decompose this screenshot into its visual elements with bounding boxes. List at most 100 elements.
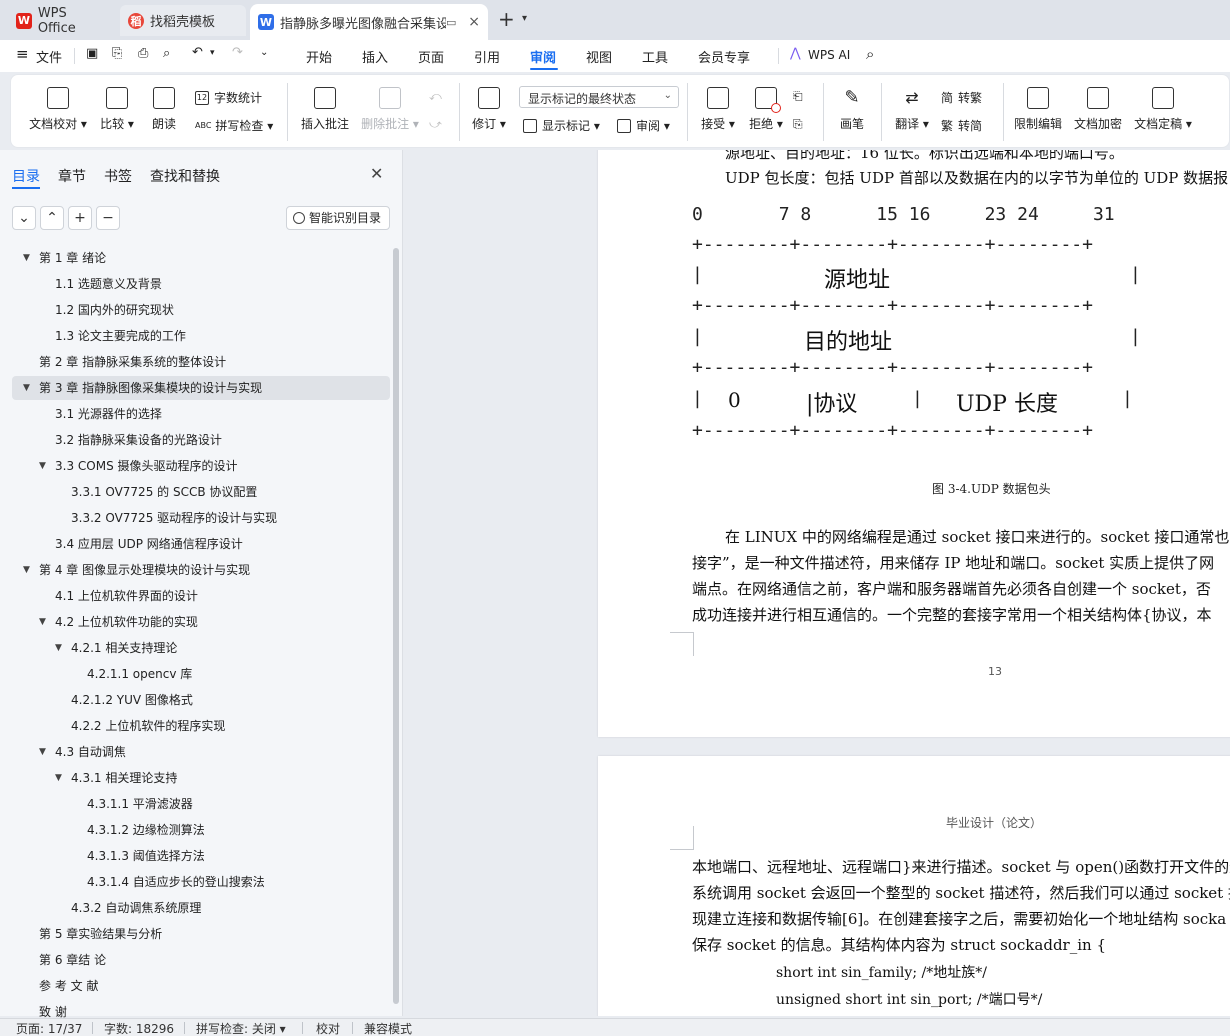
page-indicator[interactable]: 页面: 17/37 (16, 1020, 82, 1036)
more-chevron-icon[interactable]: ⌄ (260, 47, 268, 58)
proofread-indicator[interactable]: 校对 (316, 1020, 340, 1036)
undo-icon[interactable]: ↶ (192, 45, 203, 60)
doc-check-button[interactable]: 文档校对 ▾ (29, 87, 87, 132)
revise-button[interactable]: 修订 ▾ (469, 87, 509, 132)
menu-wps-ai[interactable]: WPS AI (808, 48, 850, 62)
tab-wps-office[interactable]: W WPS Office (8, 5, 116, 36)
show-markup-button[interactable]: 显示标记 ▾ (523, 117, 600, 134)
expand-caret-icon[interactable]: ▼ (39, 454, 46, 478)
monitor-icon[interactable]: ▭ (446, 16, 456, 29)
read-aloud-button[interactable]: 朗读 (147, 87, 181, 132)
toc-item[interactable]: 4.3.2 自动调焦系统原理 (12, 896, 390, 920)
expand-caret-icon[interactable]: ▼ (23, 376, 30, 400)
prev-change-icon[interactable]: ⎗ (793, 89, 803, 104)
menu-member[interactable]: 会员专享 (698, 47, 750, 66)
tab-chapters[interactable]: 章节 (58, 166, 86, 186)
toc-item[interactable]: 4.2.2 上位机软件的程序实现 (12, 714, 390, 738)
to-simplified-button[interactable]: 繁 转简 (941, 117, 982, 134)
expand-caret-icon[interactable]: ▼ (23, 246, 30, 270)
toc-item[interactable]: 3.2 指静脉采集设备的光路设计 (12, 428, 390, 452)
pen-button[interactable]: ✎ 画笔 (837, 87, 867, 132)
toc-item[interactable]: 4.3.1.2 边缘检测算法 (12, 818, 390, 842)
toc-item[interactable]: ▼ 3.3 COMS 摄像头驱动程序的设计 (12, 454, 390, 478)
menu-start[interactable]: 开始 (306, 47, 332, 66)
spell-check-indicator[interactable]: 拼写检查: 关闭 ▾ (196, 1020, 286, 1036)
next-change-icon[interactable]: ⎘ (793, 117, 803, 132)
tab-find-replace[interactable]: 查找和替换 (150, 166, 220, 186)
expand-caret-icon[interactable]: ▼ (55, 766, 62, 790)
toc-item[interactable]: ▼ 第 4 章 图像显示处理模块的设计与实现 (12, 558, 390, 582)
toc-item[interactable]: ▼ 4.2 上位机软件功能的实现 (12, 610, 390, 634)
menu-view[interactable]: 视图 (586, 47, 612, 66)
toc-item[interactable]: 4.2.1.2 YUV 图像格式 (12, 688, 390, 712)
tab-docer-templates[interactable]: 稻 找稻壳模板 (120, 5, 246, 36)
close-icon[interactable]: ✕ (370, 164, 383, 183)
add-heading-icon[interactable]: + (68, 206, 92, 230)
menu-insert[interactable]: 插入 (362, 47, 388, 66)
share-icon[interactable]: ⎘ (112, 46, 122, 61)
chevron-up-icon[interactable]: ⌃ (40, 206, 64, 230)
toc-item[interactable]: 3.4 应用层 UDP 网络通信程序设计 (12, 532, 390, 556)
smart-toc-button[interactable]: 智能识别目录 (286, 206, 390, 230)
toc-item[interactable]: 第 5 章实验结果与分析 (12, 922, 390, 946)
remove-heading-icon[interactable]: − (96, 206, 120, 230)
review-pane-button[interactable]: 审阅 ▾ (617, 117, 670, 134)
print-icon[interactable]: ⎙ (138, 46, 148, 61)
hamburger-icon[interactable]: ≡ (16, 45, 29, 63)
search-icon[interactable]: ⌕ (866, 45, 874, 63)
to-traditional-button[interactable]: 简 转繁 (941, 89, 982, 106)
toc-item[interactable]: 第 2 章 指静脉采集系统的整体设计 (12, 350, 390, 374)
toc-item[interactable]: 1.3 论文主要完成的工作 (12, 324, 390, 348)
toc-item[interactable]: 第 6 章结 论 (12, 948, 390, 972)
toc-item[interactable]: ▼ 4.3.1 相关理论支持 (12, 766, 390, 790)
reject-button[interactable]: 拒绝 ▾ (747, 87, 785, 132)
menu-review[interactable]: 审阅 (530, 47, 556, 66)
tab-toc[interactable]: 目录 (12, 166, 40, 186)
save-icon[interactable]: ▣ (86, 46, 98, 61)
menu-reference[interactable]: 引用 (474, 47, 500, 66)
toc-item[interactable]: 参 考 文 献 (12, 974, 390, 998)
new-tab-plus-icon[interactable]: + (498, 9, 515, 29)
menu-page[interactable]: 页面 (418, 47, 444, 66)
toc-item[interactable]: 4.3.1.3 阈值选择方法 (12, 844, 390, 868)
menu-file[interactable]: 文件 (36, 47, 62, 66)
word-count-indicator[interactable]: 字数: 18296 (104, 1020, 174, 1036)
compare-button[interactable]: 比较 ▾ (97, 87, 137, 132)
print-preview-icon[interactable]: ⌕ (163, 46, 170, 61)
expand-caret-icon[interactable]: ▼ (55, 636, 62, 660)
toc-item[interactable]: 3.1 光源器件的选择 (12, 402, 390, 426)
toc-item[interactable]: 4.1 上位机软件界面的设计 (12, 584, 390, 608)
next-comment-icon[interactable]: ⤻ (429, 117, 442, 132)
toc-item[interactable]: ▼ 第 3 章 指静脉图像采集模块的设计与实现 (12, 376, 390, 400)
menu-tools[interactable]: 工具 (642, 47, 668, 66)
toc-item[interactable]: 1.2 国内外的研究现状 (12, 298, 390, 322)
toc-item[interactable]: 3.3.1 OV7725 的 SCCB 协议配置 (12, 480, 390, 504)
toc-item[interactable]: 3.3.2 OV7725 驱动程序的设计与实现 (12, 506, 390, 530)
expand-caret-icon[interactable]: ▼ (39, 740, 46, 764)
doc-encrypt-button[interactable]: 文档加密 (1073, 87, 1123, 132)
chevron-down-icon[interactable]: ⌄ (12, 206, 36, 230)
delete-comment-button[interactable]: 删除批注 ▾ (361, 87, 419, 132)
insert-comment-button[interactable]: 插入批注 (299, 87, 351, 132)
tab-document[interactable]: W 指静脉多曝光图像融合采集设 ▭ × (250, 4, 488, 40)
toc-item[interactable]: ▼ 4.3 自动调焦 (12, 740, 390, 764)
chevron-down-icon[interactable]: ▾ (210, 48, 215, 58)
toc-item[interactable]: 4.3.1.1 平滑滤波器 (12, 792, 390, 816)
toc-item[interactable]: ▼ 第 1 章 绪论 (12, 246, 390, 270)
toc-item[interactable]: 1.1 选题意义及背景 (12, 272, 390, 296)
chevron-down-icon[interactable]: ▾ (522, 13, 527, 24)
word-count-button[interactable]: 12 字数统计 (195, 89, 262, 106)
doc-finalize-button[interactable]: 文档定稿 ▾ (1133, 87, 1193, 132)
translate-button[interactable]: ⇄ 翻译 ▾ (893, 87, 931, 132)
close-icon[interactable]: × (468, 14, 480, 30)
scrollbar[interactable] (393, 248, 399, 1004)
toc-item[interactable]: 4.3.1.4 自适应步长的登山搜索法 (12, 870, 390, 894)
redo-icon[interactable]: ↷ (232, 45, 243, 60)
toc-item[interactable]: 4.2.1.1 opencv 库 (12, 662, 390, 686)
tab-bookmarks[interactable]: 书签 (104, 166, 132, 186)
markup-mode-select[interactable]: 显示标记的最终状态 ⌄ (519, 86, 679, 108)
spell-check-button[interactable]: ABC 拼写检查 ▾ (195, 117, 273, 134)
prev-comment-icon[interactable]: ⤺ (429, 89, 442, 104)
toc-item[interactable]: ▼ 4.2.1 相关支持理论 (12, 636, 390, 660)
expand-caret-icon[interactable]: ▼ (39, 610, 46, 634)
